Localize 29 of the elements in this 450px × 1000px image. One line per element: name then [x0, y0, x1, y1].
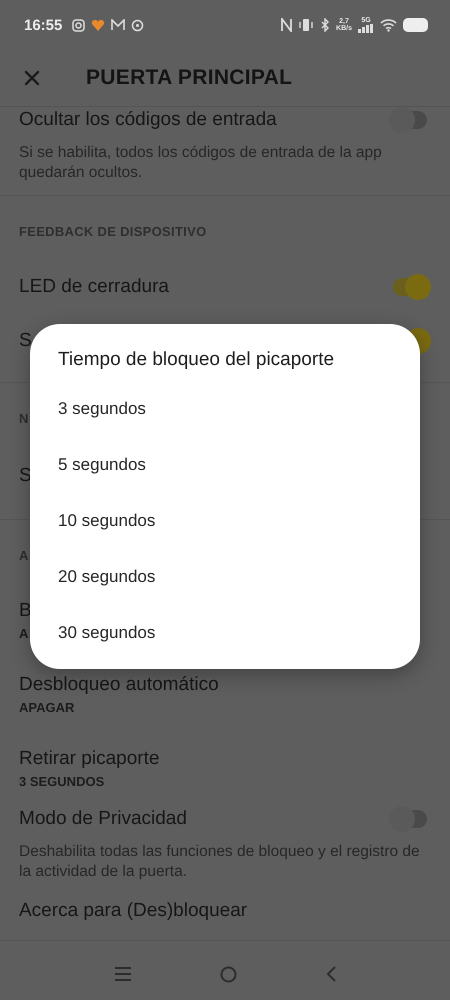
- signal-icon: [358, 24, 374, 33]
- dialog-option[interactable]: 30 segundos: [30, 605, 420, 661]
- bluetooth-icon: [320, 18, 330, 32]
- dialog-option[interactable]: 20 segundos: [30, 549, 420, 605]
- setting-description: Deshabilita todas las funciones de bloqueo y el registro de la actividad de la puerta.: [19, 842, 421, 882]
- heart-icon: [91, 18, 106, 32]
- menu-icon[interactable]: [114, 967, 132, 981]
- battery-icon: [403, 18, 428, 32]
- setting-value: APAGAR: [19, 699, 74, 717]
- back-icon[interactable]: [326, 966, 336, 982]
- screen-title: PUERTA PRINCIPAL: [86, 66, 292, 90]
- dialog-option[interactable]: 5 segundos: [30, 437, 420, 493]
- wifi-icon: [380, 18, 397, 32]
- mail-icon: [111, 19, 126, 31]
- setting-description: Si se habilita, todos los códigos de entrada de la app quedarán ocultos.: [19, 143, 383, 183]
- camera-icon: [72, 18, 86, 32]
- setting-title: LED de cerradura: [19, 275, 170, 299]
- dialog-option[interactable]: 3 segundos: [30, 381, 420, 437]
- nfc-icon: [281, 18, 292, 32]
- vibrate-icon: [298, 18, 314, 32]
- setting-title: Ocultar los códigos de entrada: [19, 108, 278, 132]
- status-time: 16:55: [24, 16, 62, 34]
- setting-title: Modo de Privacidad: [19, 807, 188, 831]
- dialog-title: Tiempo de bloqueo del picaporte: [57, 348, 336, 372]
- setting-value: A: [19, 625, 28, 643]
- setting-title: S: [19, 329, 33, 353]
- home-icon[interactable]: [220, 966, 238, 982]
- setting-value: 3 SEGUNDOS: [19, 773, 104, 791]
- dialog-option[interactable]: 10 segundos: [30, 493, 420, 549]
